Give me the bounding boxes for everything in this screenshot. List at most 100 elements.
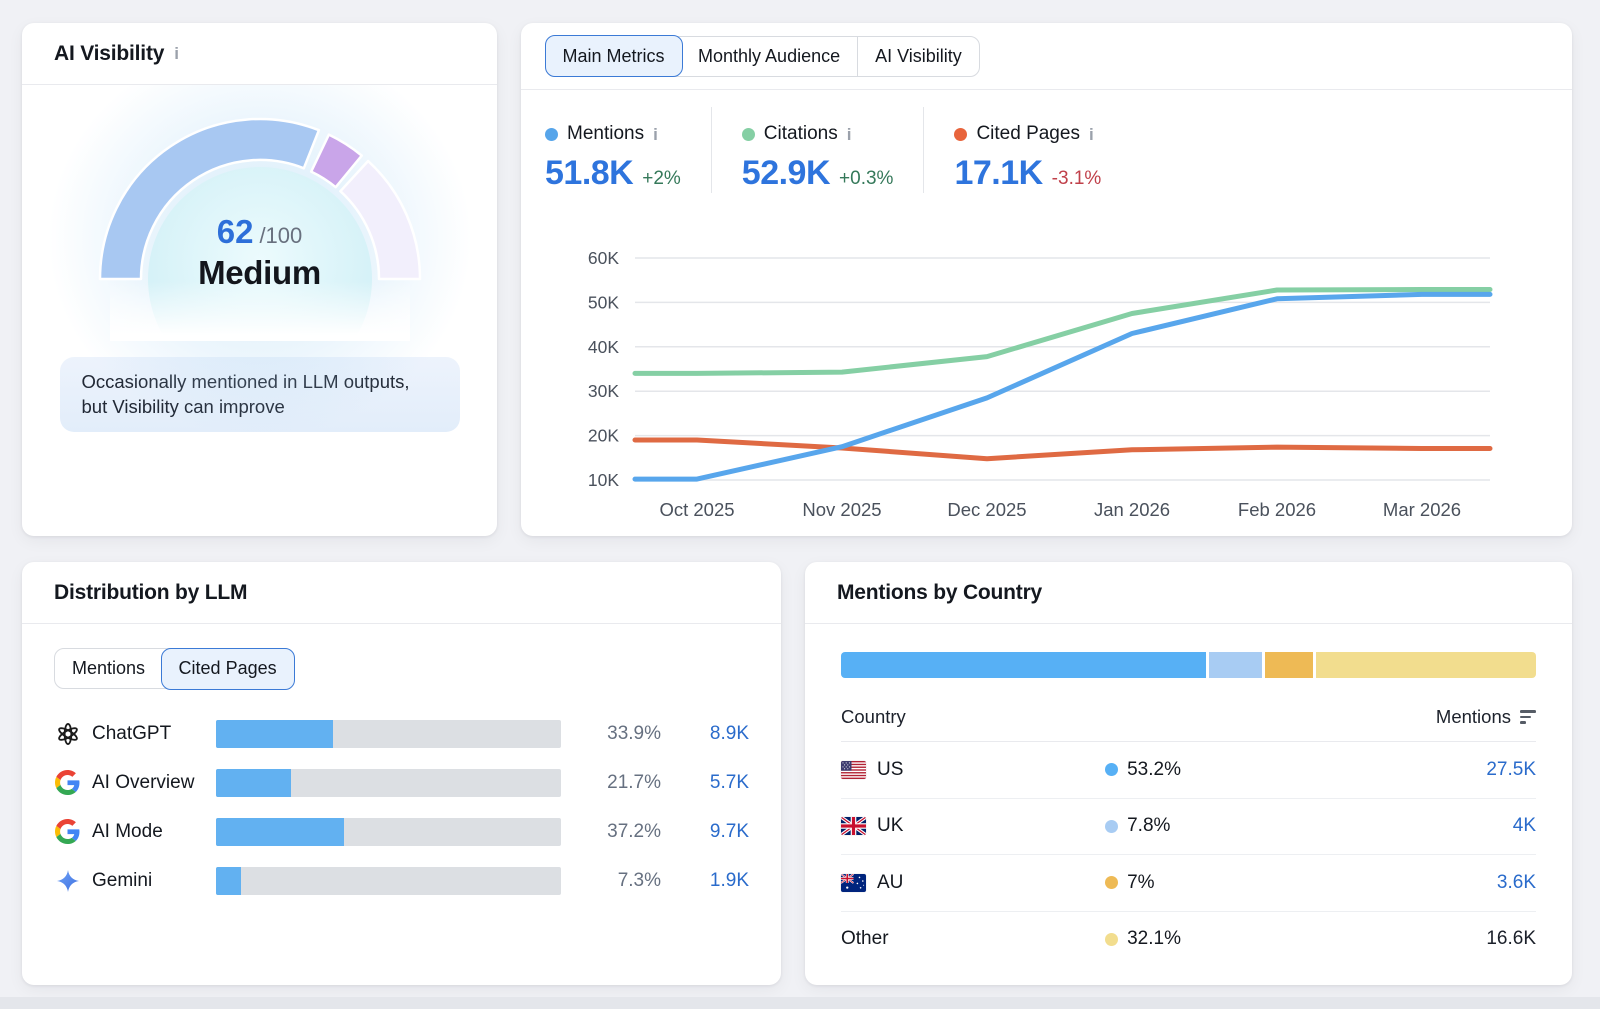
gauge-level-label: Medium xyxy=(90,254,430,292)
distribution-tab-group: Mentions Cited Pages xyxy=(54,648,294,689)
tab-monthly-audience[interactable]: Monthly Audience xyxy=(681,37,857,76)
llm-bar-track xyxy=(216,769,561,797)
country-row-uk: UK 7.8% 4K xyxy=(841,799,1536,856)
llm-row-ai-mode: AI Mode 37.2% 9.7K xyxy=(54,807,749,856)
svg-text:Feb 2026: Feb 2026 xyxy=(1238,499,1316,520)
svg-text:10K: 10K xyxy=(588,470,619,490)
info-icon[interactable]: i xyxy=(847,126,852,143)
country-percent: 32.1% xyxy=(1127,928,1181,950)
metric-delta: +0.3% xyxy=(839,168,893,190)
country-code: AU xyxy=(877,872,903,894)
sort-icon[interactable] xyxy=(1520,710,1536,724)
stacked-segment-other xyxy=(1316,652,1536,678)
svg-text:Jan 2026: Jan 2026 xyxy=(1094,499,1170,520)
metric-delta: -3.1% xyxy=(1052,168,1102,190)
metric-label: Cited Pages xyxy=(976,123,1080,145)
page-bottom-strip xyxy=(0,997,1600,1009)
country-dot-icon xyxy=(1105,763,1118,776)
svg-text:Nov 2025: Nov 2025 xyxy=(802,499,881,520)
metrics-tab-group: Main Metrics Monthly Audience AI Visibil… xyxy=(545,36,980,77)
stacked-segment-uk xyxy=(1209,652,1262,678)
country-mentions-link[interactable]: 27.5K xyxy=(1486,759,1536,781)
svg-text:50K: 50K xyxy=(588,292,619,312)
ai-visibility-card: AI Visibility i xyxy=(22,23,497,536)
country-percent: 53.2% xyxy=(1127,759,1181,781)
info-icon[interactable]: i xyxy=(1089,126,1094,143)
visibility-gauge: 62/100 Medium xyxy=(90,109,430,341)
llm-count-link[interactable]: 8.9K xyxy=(661,723,749,745)
ai-visibility-card-header: AI Visibility i xyxy=(22,23,497,85)
llm-count-link[interactable]: 1.9K xyxy=(661,870,749,892)
country-stacked-bar xyxy=(841,652,1536,678)
country-row-us: US 53.2% 27.5K xyxy=(841,742,1536,799)
metric-value: 52.9K xyxy=(742,154,830,193)
llm-bar-track xyxy=(216,818,561,846)
country-dot-icon xyxy=(1105,820,1118,833)
svg-text:60K: 60K xyxy=(588,248,619,268)
llm-label: AI Mode xyxy=(92,821,216,843)
svg-text:Dec 2025: Dec 2025 xyxy=(947,499,1026,520)
metric-mentions: Mentions i 51.8K +2% xyxy=(545,107,711,193)
llm-label: Gemini xyxy=(92,870,216,892)
country-row-au: AU 7% 3.6K xyxy=(841,855,1536,912)
gemini-icon xyxy=(54,867,81,894)
mentions-by-country-card: Mentions by Country Country Mentions xyxy=(805,562,1572,985)
svg-text:Mar 2026: Mar 2026 xyxy=(1383,499,1461,520)
tab-cited-pages[interactable]: Cited Pages xyxy=(161,648,295,690)
country-column-header: Country xyxy=(841,706,906,728)
metric-label: Citations xyxy=(764,123,838,145)
llm-bar-fill xyxy=(216,867,241,895)
llm-percent: 7.3% xyxy=(561,870,661,892)
country-card-header: Mentions by Country xyxy=(805,562,1572,624)
metric-value: 51.8K xyxy=(545,154,633,193)
distribution-card-header: Distribution by LLM xyxy=(22,562,781,624)
country-mentions-link[interactable]: 4K xyxy=(1513,815,1536,837)
svg-text:30K: 30K xyxy=(588,381,619,401)
google-icon xyxy=(54,769,81,796)
country-row-other: Other 32.1% 16.6K xyxy=(841,912,1536,968)
info-icon[interactable]: i xyxy=(653,126,658,143)
metric-label: Mentions xyxy=(567,123,644,145)
llm-bar-fill xyxy=(216,769,291,797)
llm-row-ai-overview: AI Overview 21.7% 5.7K xyxy=(54,758,749,807)
llm-bar-track xyxy=(216,867,561,895)
distribution-by-llm-card: Distribution by LLM Mentions Cited Pages… xyxy=(22,562,781,985)
gauge-area: 62/100 Medium Occasionally mentioned in … xyxy=(22,85,497,432)
llm-row-chatgpt: ChatGPT 33.9% 8.9K xyxy=(54,709,749,758)
svg-text:Oct 2025: Oct 2025 xyxy=(659,499,734,520)
us-flag-icon xyxy=(841,761,866,779)
country-code: UK xyxy=(877,815,903,837)
tab-mentions[interactable]: Mentions xyxy=(55,649,162,688)
country-code: Other xyxy=(841,928,889,950)
metrics-summary-row: Mentions i 51.8K +2% Citations i 52.9K +… xyxy=(545,107,1548,193)
llm-bar-fill xyxy=(216,818,344,846)
country-percent: 7% xyxy=(1127,872,1154,894)
country-table-header: Country Mentions xyxy=(841,706,1536,728)
ai-visibility-dashboard: { "ai_visibility": { "title": "AI Visibi… xyxy=(0,0,1600,1009)
country-percent: 7.8% xyxy=(1127,815,1170,837)
citations-dot-icon xyxy=(742,128,755,141)
llm-row-gemini: Gemini 7.3% 1.9K xyxy=(54,856,749,905)
tab-main-metrics[interactable]: Main Metrics xyxy=(545,35,683,77)
llm-percent: 21.7% xyxy=(561,772,661,794)
llm-count-link[interactable]: 9.7K xyxy=(661,821,749,843)
gauge-score-block: 62/100 Medium xyxy=(90,213,430,292)
country-card-title: Mentions by Country xyxy=(837,581,1042,605)
llm-rows: ChatGPT 33.9% 8.9K AI Overview 21.7% xyxy=(54,709,749,905)
gauge-score-max: /100 xyxy=(259,223,302,248)
llm-percent: 37.2% xyxy=(561,821,661,843)
llm-bar-track xyxy=(216,720,561,748)
uk-flag-icon xyxy=(841,817,866,835)
mentions-column-header[interactable]: Mentions xyxy=(1436,706,1536,728)
tab-ai-visibility[interactable]: AI Visibility xyxy=(857,37,979,76)
svg-text:40K: 40K xyxy=(588,337,619,357)
stacked-segment-au xyxy=(1265,652,1313,678)
country-code: US xyxy=(877,759,903,781)
country-mentions-link[interactable]: 3.6K xyxy=(1497,872,1536,894)
llm-count-link[interactable]: 5.7K xyxy=(661,772,749,794)
llm-percent: 33.9% xyxy=(561,723,661,745)
metric-cited-pages: Cited Pages i 17.1K -3.1% xyxy=(923,107,1131,193)
info-icon[interactable]: i xyxy=(174,45,179,62)
google-icon xyxy=(54,818,81,845)
gauge-score-line: 62/100 xyxy=(90,213,430,251)
